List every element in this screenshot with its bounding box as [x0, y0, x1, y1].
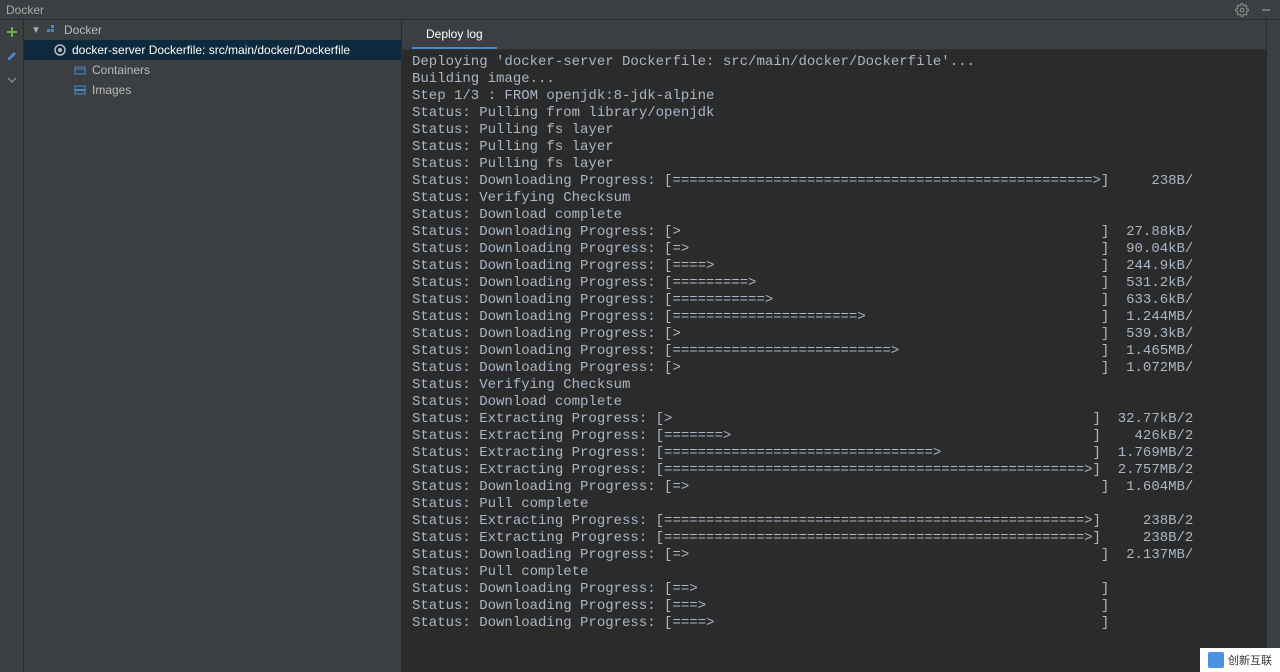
tree-root-label: Docker [64, 23, 102, 37]
log-line: Deploying 'docker-server Dockerfile: src… [412, 54, 1256, 71]
left-gutter [0, 20, 24, 672]
log-line: Status: Extracting Progress: [==========… [412, 462, 1256, 479]
image-icon [72, 82, 88, 98]
log-line: Status: Pull complete [412, 564, 1256, 581]
tab-deploy-log[interactable]: Deploy log [412, 21, 497, 49]
log-line: Status: Download complete [412, 394, 1256, 411]
log-line: Status: Downloading Progress: [====> ] 2… [412, 258, 1256, 275]
tree-item-dockerfile[interactable]: docker-server Dockerfile: src/main/docke… [24, 40, 401, 60]
titlebar: Docker [0, 0, 1280, 20]
tab-bar: Deploy log [402, 20, 1266, 50]
log-line: Status: Downloading Progress: [=========… [412, 275, 1256, 292]
dockerfile-icon [52, 42, 68, 58]
log-line: Status: Downloading Progress: [=========… [412, 173, 1256, 190]
main-layout: ▼ Docker docker-server Dockerfile: src/m… [0, 20, 1280, 672]
log-line: Status: Downloading Progress: [=========… [412, 343, 1256, 360]
log-line: Status: Downloading Progress: [===> ] [412, 598, 1256, 615]
right-gutter [1266, 20, 1280, 672]
log-line: Status: Downloading Progress: [> ] 1.072… [412, 360, 1256, 377]
log-output[interactable]: Deploying 'docker-server Dockerfile: src… [402, 50, 1266, 672]
log-line: Status: Downloading Progress: [=> ] 90.0… [412, 241, 1256, 258]
sidebar: ▼ Docker docker-server Dockerfile: src/m… [24, 20, 402, 672]
tree-item-containers[interactable]: Containers [24, 60, 401, 80]
docker-icon [44, 22, 60, 38]
log-line: Status: Verifying Checksum [412, 377, 1256, 394]
log-line: Status: Downloading Progress: [> ] 27.88… [412, 224, 1256, 241]
minimize-icon[interactable] [1258, 2, 1274, 18]
tree-root-docker[interactable]: ▼ Docker [24, 20, 401, 40]
tree-item-label: docker-server Dockerfile: src/main/docke… [72, 43, 350, 57]
titlebar-controls [1234, 2, 1274, 18]
watermark-logo-icon [1208, 652, 1224, 668]
gear-icon[interactable] [1234, 2, 1250, 18]
edit-icon[interactable] [4, 48, 20, 64]
watermark-text: 创新互联 [1228, 652, 1272, 668]
dropdown-icon[interactable] [4, 72, 20, 88]
log-line: Status: Pulling fs layer [412, 139, 1256, 156]
log-line: Status: Pulling from library/openjdk [412, 105, 1256, 122]
log-line: Step 1/3 : FROM openjdk:8-jdk-alpine [412, 88, 1256, 105]
tree-item-label: Containers [92, 63, 150, 77]
log-line: Status: Pull complete [412, 496, 1256, 513]
log-line: Status: Download complete [412, 207, 1256, 224]
window-title: Docker [6, 3, 44, 17]
tree-item-label: Images [92, 83, 131, 97]
log-line: Status: Downloading Progress: [=========… [412, 309, 1256, 326]
log-line: Building image... [412, 71, 1256, 88]
log-line: Status: Extracting Progress: [==========… [412, 530, 1256, 547]
content-area: Deploy log Deploying 'docker-server Dock… [402, 20, 1266, 672]
log-line: Status: Pulling fs layer [412, 122, 1256, 139]
watermark: 创新互联 [1200, 648, 1280, 672]
log-line: Status: Downloading Progress: [=> ] 2.13… [412, 547, 1256, 564]
log-line: Status: Extracting Progress: [==========… [412, 513, 1256, 530]
chevron-down-icon[interactable]: ▼ [30, 25, 42, 36]
log-line: Status: Extracting Progress: [=======> ]… [412, 428, 1256, 445]
log-line: Status: Pulling fs layer [412, 156, 1256, 173]
container-icon [72, 62, 88, 78]
log-line: Status: Extracting Progress: [> ] 32.77k… [412, 411, 1256, 428]
tree-item-images[interactable]: Images [24, 80, 401, 100]
log-line: Status: Verifying Checksum [412, 190, 1256, 207]
add-icon[interactable] [4, 24, 20, 40]
log-line: Status: Downloading Progress: [> ] 539.3… [412, 326, 1256, 343]
log-line: Status: Downloading Progress: [==> ] [412, 581, 1256, 598]
log-line: Status: Downloading Progress: [=========… [412, 292, 1256, 309]
log-line: Status: Downloading Progress: [====> ] [412, 615, 1256, 632]
log-line: Status: Downloading Progress: [=> ] 1.60… [412, 479, 1256, 496]
log-line: Status: Extracting Progress: [==========… [412, 445, 1256, 462]
